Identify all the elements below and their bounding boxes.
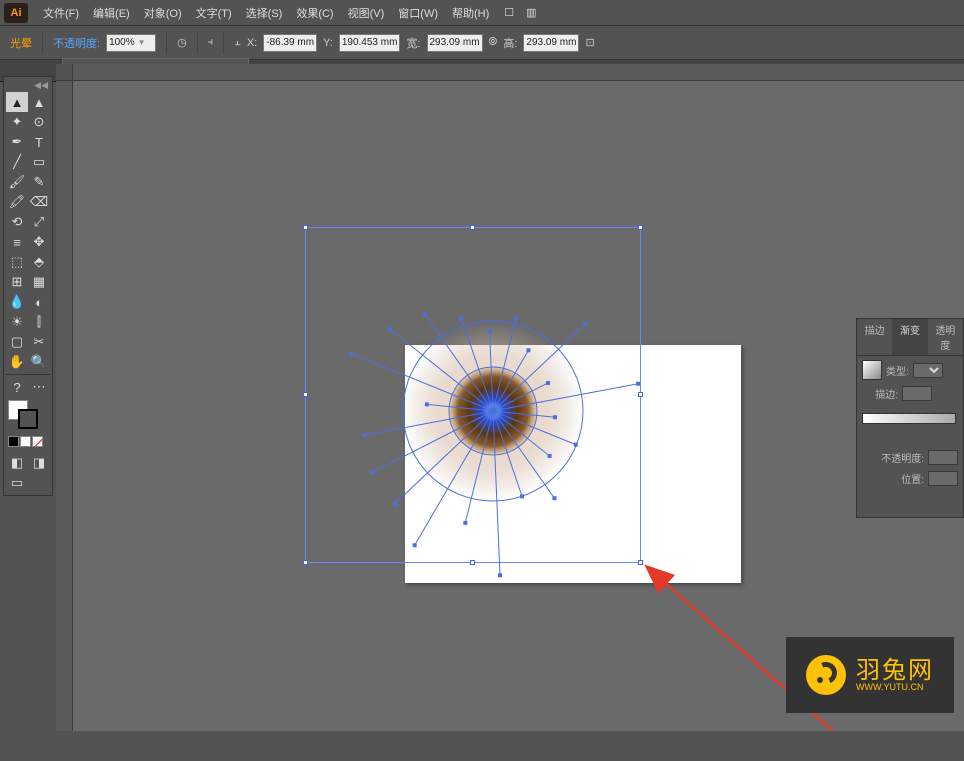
watermark-name: 羽兔网: [856, 657, 934, 684]
blend-tool[interactable]: ◐: [28, 292, 50, 312]
menu-file[interactable]: 文件(F): [36, 0, 86, 25]
none-color-mode[interactable]: [32, 436, 43, 447]
menu-text[interactable]: 文字(T): [189, 0, 239, 25]
h-label: 高:: [503, 35, 517, 51]
menu-view[interactable]: 视图(V): [341, 0, 392, 25]
bridge-icon[interactable]: ☐: [504, 6, 514, 19]
draw-normal-icon[interactable]: ◧: [6, 453, 28, 473]
rotate-tool[interactable]: ⟲: [6, 212, 28, 232]
hand-tool[interactable]: ✋: [6, 352, 28, 372]
x-input[interactable]: -86.39 mm: [263, 34, 317, 52]
lasso-tool[interactable]: ⊙: [28, 112, 50, 132]
graph-tool[interactable]: ⫿: [28, 312, 50, 332]
eraser-tool[interactable]: ⌫: [28, 192, 50, 212]
opacity-label: 不透明度:: [53, 35, 100, 51]
options-bar: 光晕 不透明度: 100%▼ ◷ ⫞ ⫠ X: -86.39 mm Y: 190…: [0, 26, 964, 60]
watermark: 羽兔网 WWW.YUTU.CN: [786, 637, 954, 713]
gradient-panel: 描边 渐变 透明度 类型: 描边: 不透明度: 位置:: [856, 318, 964, 518]
panel-tab-stroke[interactable]: 描边: [857, 319, 892, 355]
symbol-sprayer-tool[interactable]: ☀: [6, 312, 28, 332]
width-tool[interactable]: ≡: [6, 232, 28, 252]
line-tool[interactable]: ╱: [6, 152, 28, 172]
magic-wand-tool[interactable]: ✦: [6, 112, 28, 132]
direct-selection-tool[interactable]: ▲: [28, 92, 50, 112]
menu-effect[interactable]: 效果(C): [289, 0, 340, 25]
selection-type-label: 光晕: [10, 35, 32, 51]
help-tool[interactable]: ?: [6, 377, 28, 397]
eyedropper-tool[interactable]: 💧: [6, 292, 28, 312]
watermark-logo-icon: [806, 655, 846, 695]
align-icon[interactable]: ⫞: [208, 36, 214, 49]
panel-tab-gradient[interactable]: 渐变: [892, 319, 927, 355]
more-tools-icon[interactable]: ⋯: [28, 377, 50, 397]
gradient-location-input[interactable]: [928, 471, 958, 486]
y-label: Y:: [323, 37, 333, 49]
w-label: 宽:: [406, 35, 420, 51]
transform-icon[interactable]: ⊡: [585, 36, 594, 49]
horizontal-ruler[interactable]: [73, 64, 964, 81]
gradient-preview-swatch[interactable]: [862, 360, 882, 380]
canvas-stage: [56, 64, 964, 731]
ruler-origin[interactable]: [56, 64, 73, 81]
menu-help[interactable]: 帮助(H): [445, 0, 496, 25]
selection-tool[interactable]: ▲: [6, 92, 28, 112]
pencil-tool[interactable]: ✎: [28, 172, 50, 192]
menu-select[interactable]: 选择(S): [239, 0, 290, 25]
gradient-tool[interactable]: ▦: [28, 272, 50, 292]
pen-tool[interactable]: ✒: [6, 132, 28, 152]
gradient-opacity-input[interactable]: [928, 450, 958, 465]
y-input[interactable]: 190.453 mm: [339, 34, 401, 52]
h-input[interactable]: 293.09 mm: [523, 34, 579, 52]
watermark-url: WWW.YUTU.CN: [856, 683, 934, 692]
gradient-type-select[interactable]: [913, 363, 943, 378]
vertical-ruler[interactable]: [56, 81, 73, 731]
app-logo: Ai: [4, 3, 28, 23]
panel-tab-transparency[interactable]: 透明度: [928, 319, 963, 355]
w-input[interactable]: 293.09 mm: [427, 34, 483, 52]
arrange-icon[interactable]: ▥: [526, 6, 536, 19]
gradient-mode[interactable]: [20, 436, 31, 447]
tool-panel: ◀◀ ▲▲ ✦⊙ ✒T ╱▭ 🖌✎ 🖍⌫ ⟲⤢ ≡✥ ⬚⬘ ⊞▦ 💧◐ ☀⫿ ▢…: [3, 76, 53, 496]
scale-tool[interactable]: ⤢: [28, 212, 50, 232]
link-wh-icon[interactable]: ⦾: [489, 36, 498, 49]
solid-color-mode[interactable]: [8, 436, 19, 447]
slice-tool[interactable]: ✂: [28, 332, 50, 352]
screen-mode-icon[interactable]: ▭: [6, 473, 28, 493]
menu-window[interactable]: 窗口(W): [391, 0, 445, 25]
shape-builder-tool[interactable]: ⬚: [6, 252, 28, 272]
menu-object[interactable]: 对象(O): [137, 0, 189, 25]
stroke-swatch[interactable]: [18, 409, 38, 429]
rectangle-tool[interactable]: ▭: [28, 152, 50, 172]
color-mode-swatches: [6, 433, 50, 450]
zoom-tool[interactable]: 🔍: [28, 352, 50, 372]
flare-object[interactable]: [363, 281, 623, 541]
gradient-ramp[interactable]: [862, 413, 956, 424]
canvas[interactable]: [73, 81, 964, 731]
draw-behind-icon[interactable]: ◨: [28, 453, 50, 473]
free-transform-tool[interactable]: ✥: [28, 232, 50, 252]
distribute-icon[interactable]: ⫠: [234, 36, 241, 49]
style-icon[interactable]: ◷: [177, 36, 187, 49]
collapse-tools-icon[interactable]: ◀◀: [6, 79, 50, 92]
menu-edit[interactable]: 编辑(E): [86, 0, 137, 25]
type-tool[interactable]: T: [28, 132, 50, 152]
blob-brush-tool[interactable]: 🖍: [6, 192, 28, 212]
paintbrush-tool[interactable]: 🖌: [6, 172, 28, 192]
artboard-tool[interactable]: ▢: [6, 332, 28, 352]
perspective-tool[interactable]: ⬘: [28, 252, 50, 272]
opacity-input[interactable]: 100%▼: [106, 34, 156, 52]
gradient-stroke-input[interactable]: [902, 386, 932, 401]
menu-bar: Ai 文件(F) 编辑(E) 对象(O) 文字(T) 选择(S) 效果(C) 视…: [0, 0, 964, 26]
x-label: X:: [247, 37, 257, 49]
mesh-tool[interactable]: ⊞: [6, 272, 28, 292]
